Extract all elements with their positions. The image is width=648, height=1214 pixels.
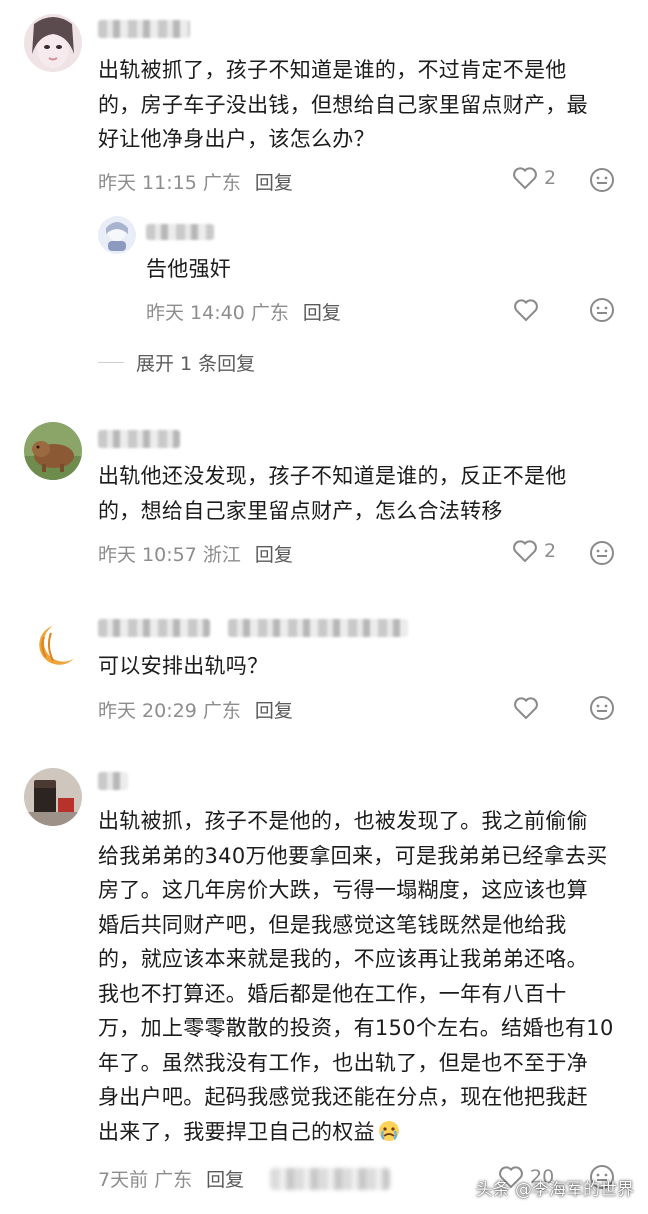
- tearful-emoji-icon: [378, 1120, 399, 1141]
- comment-4: 出轨被抓，孩子不是他的，也被发现了。我之前偷偷 给我弟弟的340万他要拿回来，可…: [0, 760, 648, 1214]
- username-redacted[interactable]: [98, 20, 190, 38]
- username-redacted[interactable]: [98, 430, 180, 448]
- avatar[interactable]: [24, 14, 82, 72]
- heart-outline-icon: [513, 540, 537, 563]
- comment-meta: 昨天 20:29 广东 回复: [98, 696, 293, 723]
- smiley-face-icon[interactable]: [589, 167, 615, 193]
- comment-time: 昨天 20:29 广东: [98, 700, 241, 722]
- redacted-strip: [270, 1168, 390, 1190]
- like-button[interactable]: 2: [512, 166, 556, 190]
- username-redacted[interactable]: [98, 619, 210, 637]
- like-count: 2: [544, 540, 557, 562]
- smiley-face-icon[interactable]: [589, 297, 615, 323]
- reply-avatar[interactable]: [98, 216, 136, 254]
- avatar[interactable]: [24, 422, 82, 480]
- heart-outline-icon: [513, 167, 537, 190]
- heart-outline-icon[interactable]: [513, 298, 539, 322]
- heart-outline-icon[interactable]: [513, 696, 539, 720]
- comment-3: 可以安排出轨吗？ 昨天 20:29 广东 回复: [0, 605, 648, 745]
- comment-time: 昨天 10:57 浙江: [98, 544, 241, 566]
- comment-time: 昨天 11:15 广东: [98, 172, 241, 194]
- reply-meta: 昨天 14:40 广东 回复: [146, 298, 341, 325]
- reply-button[interactable]: 回复: [206, 1169, 244, 1191]
- reply-text: 告他强奸: [146, 257, 232, 281]
- username-redacted[interactable]: [98, 772, 128, 790]
- reply-button[interactable]: 回复: [255, 544, 293, 566]
- comment-text: 可以安排出轨吗？: [98, 654, 269, 678]
- expand-replies-label: 展开 1 条回复: [136, 353, 256, 375]
- comment-meta: 昨天 11:15 广东 回复: [98, 168, 293, 195]
- comment-text: 出轨被抓了，孩子不知道是谁的，不过肯定不是他 的，房子车子没出钱，但想给自己家里…: [98, 58, 588, 151]
- comment-meta: 7天前 广东 回复: [98, 1165, 244, 1192]
- smiley-face-icon[interactable]: [589, 695, 615, 721]
- comment-text: 出轨被抓，孩子不是他的，也被发现了。我之前偷偷 给我弟弟的340万他要拿回来，可…: [98, 804, 638, 1149]
- comment-meta: 昨天 10:57 浙江 回复: [98, 540, 293, 567]
- comment-1: 出轨被抓了，孩子不知道是谁的，不过肯定不是他 的，房子车子没出钱，但想给自己家里…: [0, 0, 648, 400]
- divider-line: [98, 362, 124, 363]
- reply-reply-button[interactable]: 回复: [303, 302, 341, 324]
- avatar[interactable]: [24, 617, 82, 675]
- expand-replies-button[interactable]: 展开 1 条回复: [98, 349, 255, 376]
- watermark: 头条 @李海军的世界: [475, 1180, 634, 1200]
- username-redacted-2: [228, 619, 408, 637]
- reply-username-redacted[interactable]: [146, 224, 214, 240]
- like-button[interactable]: 2: [512, 539, 556, 563]
- reply-time: 昨天 14:40 广东: [146, 302, 289, 324]
- comment-text: 出轨他还没发现，孩子不知道是谁的，反正不是他 的，想给自己家里留点财产，怎么合法…: [98, 464, 567, 523]
- reply-button[interactable]: 回复: [255, 700, 293, 722]
- comment-time: 7天前 广东: [98, 1169, 193, 1191]
- like-count: 2: [544, 167, 557, 189]
- comment-text-body: 出轨被抓，孩子不是他的，也被发现了。我之前偷偷 给我弟弟的340万他要拿回来，可…: [98, 809, 614, 1144]
- smiley-face-icon[interactable]: [589, 540, 615, 566]
- avatar[interactable]: [24, 768, 82, 826]
- comment-2: 出轨他还没发现，孩子不知道是谁的，反正不是他 的，想给自己家里留点财产，怎么合法…: [0, 410, 648, 590]
- reply-button[interactable]: 回复: [255, 172, 293, 194]
